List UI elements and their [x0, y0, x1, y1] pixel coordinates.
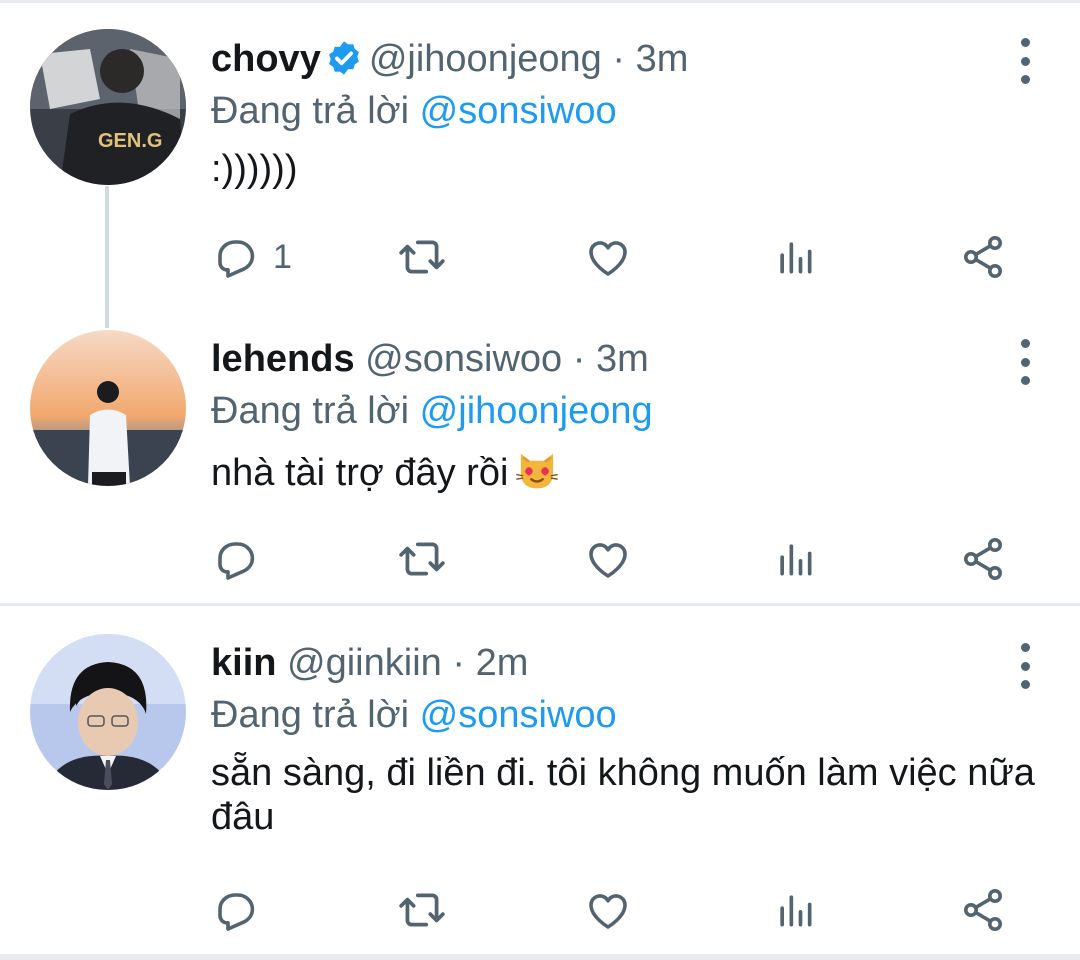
avatar-chovy[interactable]: GEN.G: [30, 29, 186, 185]
tweet-divider: [0, 603, 1080, 606]
reply-icon: [218, 542, 255, 580]
share-icon: [964, 538, 1002, 580]
separator-dot: ·: [452, 642, 465, 684]
like-button[interactable]: [584, 534, 632, 584]
like-icon: [589, 543, 627, 578]
timestamp[interactable]: 2m: [476, 642, 529, 684]
tweet-header: chovy @jihoonjeong · 3m: [211, 37, 1050, 81]
share-icon: [964, 889, 1002, 931]
reply-context: Đang trả lời @sonsiwoo: [211, 693, 1050, 737]
more-icon[interactable]: [1010, 337, 1040, 387]
retweet-icon: [399, 542, 445, 576]
retweet-icon: [399, 893, 445, 927]
reply-button[interactable]: [211, 885, 259, 935]
top-border: [0, 0, 1080, 3]
tweet-header: kiin @giinkiin · 2m: [211, 641, 1050, 685]
share-button[interactable]: [959, 885, 1007, 935]
avatar-lehends[interactable]: [30, 330, 186, 486]
reply-context: Đang trả lời @sonsiwoo: [211, 89, 1050, 133]
mention-link[interactable]: @sonsiwoo: [420, 90, 617, 132]
analytics-icon: [780, 242, 812, 274]
like-icon: [589, 894, 627, 929]
heart-eyes-cat-icon: [514, 447, 560, 503]
tweet-header: lehends @sonsiwoo · 3m: [211, 337, 1050, 381]
retweet-icon: [399, 240, 445, 274]
mention-link[interactable]: @sonsiwoo: [420, 694, 617, 736]
tweet-text: sẵn sàng, đi liền đi. tôi không muốn làm…: [211, 752, 1035, 838]
avatar-kiin[interactable]: [30, 634, 186, 790]
reply-prefix: Đang trả lời: [211, 90, 410, 132]
like-button[interactable]: [584, 885, 632, 935]
user-handle[interactable]: @jihoonjeong: [369, 38, 602, 80]
retweet-button[interactable]: [397, 534, 447, 584]
reply-count: 1: [273, 237, 292, 276]
display-name[interactable]: lehends: [211, 338, 355, 380]
tweet-text: :)))))): [211, 148, 298, 190]
thread-connector: [105, 186, 109, 328]
share-button[interactable]: [959, 534, 1007, 584]
separator-dot: ·: [572, 338, 586, 380]
user-handle[interactable]: @sonsiwoo: [365, 338, 562, 380]
share-icon: [964, 236, 1002, 278]
reply-button[interactable]: 1: [211, 232, 292, 282]
analytics-button[interactable]: [773, 885, 817, 935]
user-handle[interactable]: @giinkiin: [287, 642, 442, 684]
tweet-text-content: nhà tài trợ đây rồi: [211, 452, 509, 494]
separator-dot: ·: [612, 38, 626, 80]
tweet-text: nhà tài trợ đây rồi: [211, 447, 1050, 503]
analytics-icon: [780, 544, 812, 576]
reply-button[interactable]: [211, 534, 259, 584]
like-icon: [589, 241, 627, 276]
retweet-button[interactable]: [397, 232, 447, 282]
reply-prefix: Đang trả lời: [211, 390, 410, 432]
retweet-button[interactable]: [397, 885, 447, 935]
reply-icon: [218, 893, 255, 931]
more-icon[interactable]: [1010, 36, 1040, 86]
like-button[interactable]: [584, 232, 632, 282]
more-icon[interactable]: [1010, 641, 1040, 691]
display-name[interactable]: kiin: [211, 642, 276, 684]
reply-prefix: Đang trả lời: [211, 694, 410, 736]
timestamp[interactable]: 3m: [596, 338, 649, 380]
bottom-border: [0, 954, 1080, 960]
share-button[interactable]: [959, 232, 1007, 282]
analytics-button[interactable]: [773, 534, 817, 584]
reply-icon: [218, 240, 255, 278]
verified-badge-icon: [325, 39, 363, 87]
mention-link[interactable]: @jihoonjeong: [420, 390, 653, 432]
analytics-button[interactable]: [773, 232, 817, 282]
timestamp[interactable]: 3m: [636, 38, 689, 80]
analytics-icon: [780, 895, 812, 927]
reply-context: Đang trả lời @jihoonjeong: [211, 389, 1050, 433]
display-name[interactable]: chovy: [211, 38, 321, 80]
avatar-jersey-text: GEN.G: [98, 130, 162, 152]
